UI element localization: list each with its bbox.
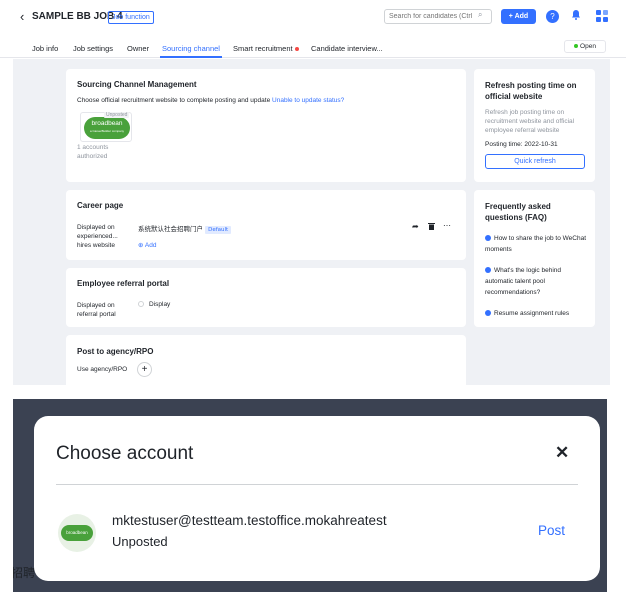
tab-job-info[interactable]: Job info [32,44,58,53]
modal-overlay: 招聘 Choose account ✕ broadbean mktestuser… [13,399,607,592]
tab-job-settings[interactable]: Job settings [73,44,113,53]
add-circle-icon: ⊕ [138,242,144,249]
delete-icon[interactable] [428,222,435,232]
status-dot [574,44,579,49]
modal-title: Choose account [56,443,194,464]
agency-label: Use agency/RPO [77,366,128,373]
tab-smart-recruitment[interactable]: Smart recruitment [233,44,299,53]
sourcing-title: Sourcing Channel Management [77,80,197,89]
notification-dot [294,47,299,52]
sourcing-desc: Choose official recruitment website to c… [77,97,344,104]
modal-divider [56,484,578,485]
faq-item-1[interactable]: How to share the job to WeChat moments [485,233,589,255]
active-tab-indicator [160,56,222,58]
faq-item-text: Resume assignment rules [494,310,570,317]
job-status-label: Open [580,43,596,50]
separator [0,385,626,399]
quick-refresh-button[interactable]: Quick refresh [485,154,585,169]
help-circle-icon [485,310,491,317]
unposted-tag: Unposted [104,112,130,118]
back-icon[interactable]: ‹ [20,9,24,24]
broadbean-logo: broadbean [61,525,93,541]
job-page: ‹ SAMPLE BB JOB 4 Job function ⌕ + Add ?… [0,0,626,385]
referral-title: Employee referral portal [77,279,170,288]
display-option-label: Display [149,301,171,308]
logo-text: broadbean [91,120,123,127]
agency-title: Post to agency/RPO [77,347,154,356]
career-site-row: 系统默认社会招聘门户 Default [138,223,232,234]
help-icon[interactable]: ? [546,10,559,23]
broadbean-logo: broadbean a CareerBuilder company [84,117,130,139]
tab-owner[interactable]: Owner [127,44,149,53]
add-career-label: Add [144,242,157,249]
close-icon[interactable]: ✕ [555,443,569,463]
share-icon[interactable]: ➦ [412,222,419,231]
account-status: Unposted [112,534,168,549]
search-icon[interactable]: ⌕ [478,10,482,20]
add-agency-button[interactable]: + [137,362,152,377]
referral-label: Displayed on referral portal [77,302,116,318]
apps-grid-icon[interactable] [596,10,608,22]
help-circle-icon [485,235,491,242]
add-button[interactable]: + Add [501,9,536,24]
more-icon[interactable]: ⋯ [443,221,451,230]
update-status-link[interactable]: Unable to update status? [272,97,344,104]
help-circle-icon [485,267,491,274]
tab-label: Smart recruitment [233,44,293,53]
background-text: 招聘 [13,566,36,580]
refresh-title: Refresh posting time on official website [485,81,577,101]
page-header: ‹ SAMPLE BB JOB 4 Job function ⌕ + Add ? [0,0,626,34]
tab-candidate-interview[interactable]: Candidate interview... [311,44,383,53]
accounts-count: 1 accounts [77,144,109,151]
posting-time: Posting time: 2022-10-31 [485,141,558,148]
job-function-tag[interactable]: Job function [108,11,154,24]
bell-icon[interactable] [571,9,581,23]
choose-account-modal: Choose account ✕ broadbean mktestuser@te… [34,416,600,581]
add-career-site[interactable]: ⊕ Add [138,241,156,249]
faq-title: Frequently asked questions (FAQ) [485,202,551,222]
post-button[interactable]: Post [538,523,565,538]
career-site-name: 系统默认社会招聘门户 [138,225,203,233]
faq-item-text: How to share the job to WeChat moments [485,235,587,253]
faq-item-3[interactable]: Resume assignment rules [485,308,589,319]
accounts-authorized: authorized [77,153,108,160]
default-tag: Default [205,226,232,234]
faq-item-2[interactable]: What's the logic behind automatic talent… [485,265,589,298]
agency-card [66,335,466,385]
faq-item-text: What's the logic behind automatic talent… [485,267,562,296]
account-email: mktestuser@testteam.testoffice.mokahreat… [112,513,387,528]
broadbean-account-logo: broadbean [58,514,96,552]
logo-subtext: a CareerBuilder company [89,129,125,133]
career-title: Career page [77,201,124,210]
sourcing-desc-text: Choose official recruitment website to c… [77,97,271,104]
refresh-desc: Refresh job posting time on recruitment … [485,109,575,134]
job-status-badge[interactable]: Open [564,40,606,53]
tab-sourcing-channel[interactable]: Sourcing channel [162,44,220,53]
career-label: Displayed on experienced... hires websit… [77,224,118,249]
tab-bar: Job info Job settings Owner Sourcing cha… [0,38,626,58]
display-radio[interactable] [138,301,144,307]
candidate-search-input[interactable] [384,9,492,24]
